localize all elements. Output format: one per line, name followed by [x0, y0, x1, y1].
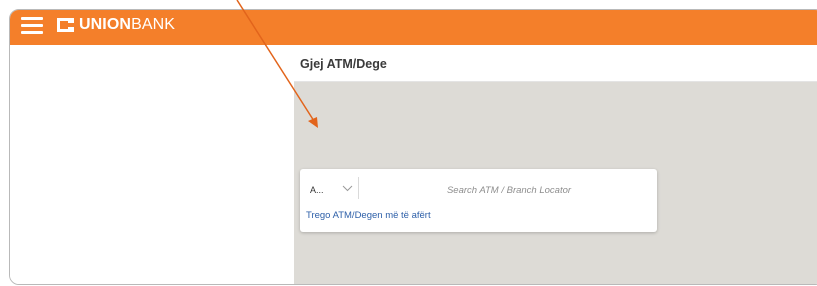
search-input[interactable]: [366, 177, 652, 203]
unionbank-logo-icon: [57, 18, 74, 32]
divider: [358, 177, 359, 199]
nearest-atm-link[interactable]: Trego ATM/Degen më të afërt: [306, 210, 431, 221]
top-header: UNIONBANK: [10, 10, 817, 45]
title-bar: Gjej ATM/Dege: [294, 45, 817, 82]
brand-name: UNIONBANK: [79, 16, 175, 34]
brand-name-light: BANK: [131, 16, 176, 33]
map-area[interactable]: A... Trego ATM/Degen më të afërt: [294, 82, 817, 284]
type-select-value: A...: [310, 185, 324, 195]
page-title: Gjej ATM/Dege: [300, 57, 387, 71]
type-select[interactable]: A...: [310, 180, 354, 200]
main-content: Gjej ATM/Dege A... Trego ATM/Degen më të…: [294, 45, 817, 284]
search-card: A... Trego ATM/Degen më të afërt: [300, 169, 657, 232]
brand-logo[interactable]: UNIONBANK: [56, 14, 175, 36]
hamburger-menu-icon[interactable]: [21, 16, 43, 34]
brand-name-strong: UNION: [79, 16, 132, 33]
sidebar: [10, 45, 294, 284]
chevron-down-icon: [342, 185, 353, 192]
app-window: UNIONBANK Gjej ATM/Dege A... Trego ATM/D…: [9, 9, 817, 285]
